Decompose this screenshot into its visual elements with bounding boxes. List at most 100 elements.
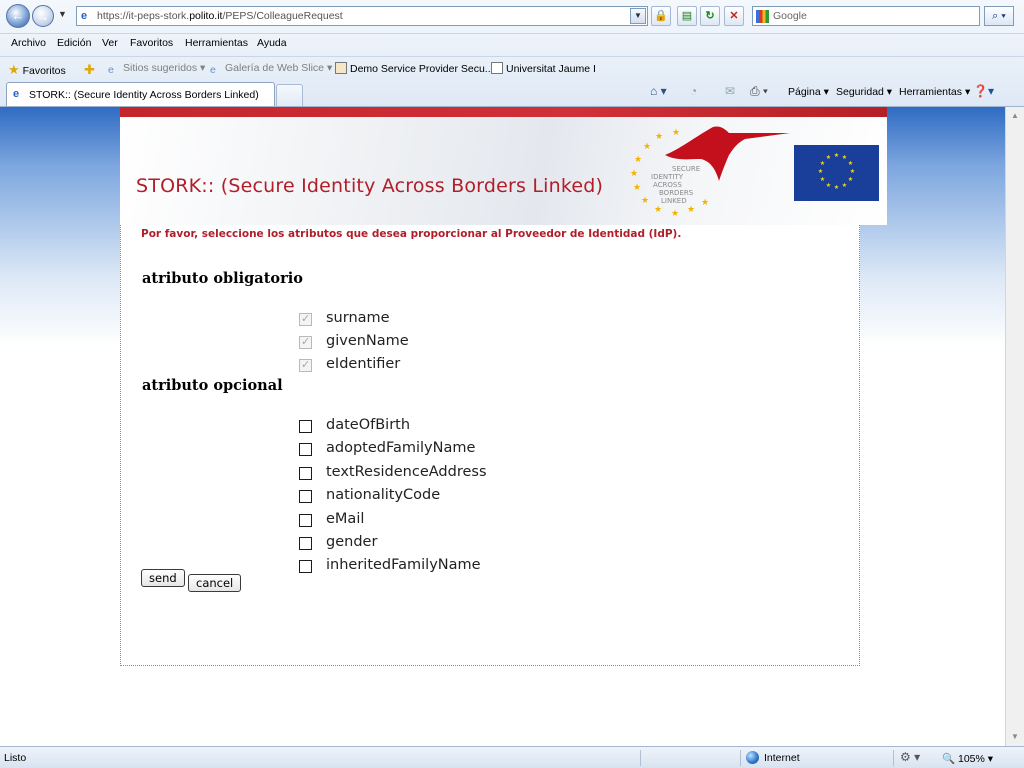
status-text: Listo (4, 752, 27, 764)
arrow-left-icon: ← (11, 8, 25, 23)
svg-text:BORDERS: BORDERS (659, 189, 694, 197)
menu-ver[interactable]: Ver (102, 37, 118, 49)
nationalitycode-checkbox[interactable] (299, 490, 312, 503)
web-slice-icon: e (210, 64, 216, 76)
refresh-icon[interactable]: ↻ (700, 6, 720, 26)
fav-link-uji[interactable]: Universitat Jaume I (491, 62, 596, 75)
page-menu[interactable]: Página ▾ (788, 86, 829, 98)
dateofbirth-checkbox[interactable] (299, 420, 312, 433)
fav-link-web-slice-gallery[interactable]: e Galería de Web Slice ▾ (210, 62, 332, 76)
svg-text:★: ★ (820, 176, 825, 183)
url-text[interactable]: https://it-peps-stork.polito.it/PEPS/Col… (97, 10, 343, 22)
globe-icon (746, 751, 759, 764)
address-toolbar: ← → ▼ e https://it-peps-stork.polito.it/… (0, 0, 1024, 33)
logo-text: SECURE IDENTITY ACROSS BORDERS LINKED (651, 165, 700, 205)
svg-text:★: ★ (842, 182, 847, 189)
ie-page-icon: e (13, 88, 20, 100)
help-icon[interactable]: ❓▾ (973, 84, 994, 98)
ie-page-icon: e (81, 10, 88, 22)
surname-checkbox (299, 312, 312, 326)
menu-ayuda[interactable]: Ayuda (257, 37, 287, 49)
send-button[interactable]: send (141, 569, 185, 587)
svg-text:★: ★ (834, 152, 839, 159)
print-icon[interactable]: ⎙ ▾ (750, 84, 768, 99)
svg-text:SECURE: SECURE (672, 165, 700, 173)
zoom-control[interactable]: 🔍 105% ▾ (942, 752, 993, 765)
tab-bar: e STORK:: (Secure Identity Across Border… (0, 79, 1024, 107)
textresidenceaddress-checkbox[interactable] (299, 467, 312, 480)
tab-stork[interactable]: e STORK:: (Secure Identity Across Border… (6, 82, 275, 106)
status-bar: Listo Internet ⚙ ▾ 🔍 105% ▾ (0, 746, 1024, 768)
svg-text:IDENTITY: IDENTITY (651, 173, 684, 181)
cancel-button[interactable]: cancel (188, 574, 242, 592)
history-dropdown-icon[interactable]: ▼ (58, 9, 67, 19)
lock-icon[interactable]: 🔒 (651, 6, 671, 26)
security-zone-label: Internet (764, 752, 800, 764)
svg-text:★: ★ (834, 184, 839, 191)
attr-label: nationalityCode (326, 487, 441, 503)
menu-favoritos[interactable]: Favoritos (130, 37, 173, 49)
inheritedfamilyname-checkbox[interactable] (299, 560, 312, 573)
vertical-scrollbar[interactable]: ▲ ▼ (1005, 107, 1024, 746)
home-icon[interactable]: ⌂ ▾ (650, 84, 667, 98)
menu-archivo[interactable]: Archivo (11, 37, 46, 49)
attr-label: givenName (326, 333, 409, 349)
security-menu[interactable]: Seguridad ▾ (836, 86, 892, 98)
scroll-down-icon[interactable]: ▼ (1008, 730, 1022, 744)
attr-label: eMail (326, 511, 365, 527)
svg-text:★: ★ (687, 204, 695, 214)
address-dropdown-button[interactable]: ▼ (630, 8, 646, 24)
protected-mode-icon[interactable]: ⚙ ▾ (900, 750, 920, 764)
magnifier-icon: 🔍 (942, 753, 956, 765)
banner-red-stripe (120, 107, 887, 117)
star-icon: ★ (8, 62, 20, 77)
svg-text:★: ★ (671, 208, 679, 218)
svg-text:★: ★ (826, 154, 831, 161)
attr-label: surname (326, 310, 390, 326)
attr-label: gender (326, 534, 378, 550)
back-button[interactable]: ← (6, 4, 30, 28)
google-icon (756, 10, 769, 23)
svg-text:★: ★ (850, 168, 855, 175)
new-tab-button[interactable] (276, 84, 303, 106)
optional-heading: atributo opcional (142, 377, 283, 394)
search-input[interactable]: Google (752, 6, 980, 26)
compatibility-view-icon[interactable]: ▤ (677, 6, 697, 26)
adoptedfamilyname-checkbox[interactable] (299, 443, 312, 456)
scroll-up-icon[interactable]: ▲ (1008, 109, 1022, 123)
stork-logo: ★ ★ ★ ★ ★ ★ ★ ★ ★ ★ ★ SECURE IDENTITY AC… (630, 126, 790, 218)
svg-text:★: ★ (633, 182, 641, 192)
gender-checkbox[interactable] (299, 537, 312, 550)
tab-label: STORK:: (Secure Identity Across Borders … (29, 89, 259, 101)
svg-text:★: ★ (672, 127, 680, 137)
favorites-button[interactable]: ★ Favoritos (8, 62, 66, 78)
svg-text:★: ★ (818, 168, 823, 175)
attribute-form: Por favor, seleccione los atributos que … (120, 225, 860, 666)
svg-text:ACROSS: ACROSS (653, 181, 682, 189)
search-placeholder: Google (773, 10, 807, 22)
arrow-right-icon: → (36, 9, 50, 24)
svg-text:LINKED: LINKED (661, 197, 687, 205)
stop-icon[interactable]: ✕ (724, 6, 744, 26)
menu-edicion[interactable]: Edición (57, 37, 91, 49)
svg-text:★: ★ (654, 204, 662, 214)
banner-title: STORK:: (Secure Identity Across Borders … (136, 175, 604, 197)
add-favorite-icon[interactable]: ✚ (84, 62, 95, 78)
menu-herramientas[interactable]: Herramientas (185, 37, 248, 49)
feeds-icon[interactable]: ◔ (690, 84, 697, 98)
page-icon (335, 62, 347, 74)
attr-label: adoptedFamilyName (326, 440, 476, 456)
email-checkbox[interactable] (299, 514, 312, 527)
browser-chrome: ← → ▼ e https://it-peps-stork.polito.it/… (0, 0, 1024, 107)
search-button[interactable]: ⌕ ▾ (984, 6, 1014, 26)
tools-menu[interactable]: Herramientas ▾ (899, 86, 970, 98)
forward-button[interactable]: → (32, 5, 54, 27)
fav-link-demo-sp[interactable]: Demo Service Provider Secu... (335, 62, 494, 75)
mail-icon[interactable]: ✉ (725, 84, 735, 98)
ie-icon: e (108, 64, 114, 76)
fav-link-suggested-sites[interactable]: e Sitios sugeridos ▾ (108, 62, 205, 76)
svg-text:★: ★ (641, 195, 649, 205)
mandatory-heading: atributo obligatorio (142, 270, 303, 287)
address-bar[interactable]: e https://it-peps-stork.polito.it/PEPS/C… (76, 6, 648, 26)
eidentifier-checkbox (299, 358, 312, 372)
